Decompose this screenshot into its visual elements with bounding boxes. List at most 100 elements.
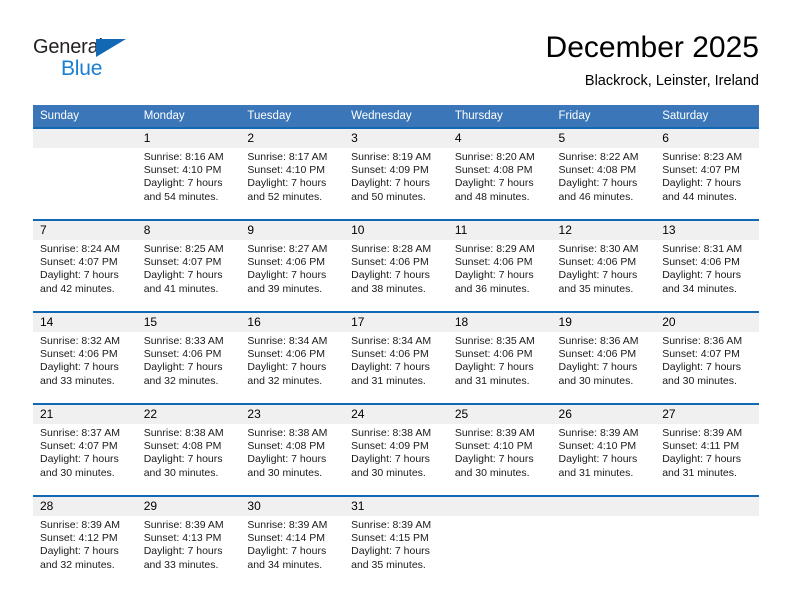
day-detail-line: and 42 minutes. [40,282,115,295]
day-cell[interactable]: Sunrise: 8:32 AM Sunset: 4:06 PM Daylight:… [33,332,137,403]
day-number[interactable]: 15 [136,313,241,332]
day-detail-line: Daylight: 7 hours [351,177,430,190]
day-detail-line: Sunrise: 8:20 AM [454,151,535,163]
day-cell[interactable]: Sunrise: 8:22 AM Sunset: 4:08 PM Daylight:… [551,148,656,219]
day-cell[interactable]: Sunrise: 8:24 AM Sunset: 4:07 PM Daylight:… [33,240,137,311]
day-detail-line: and 38 minutes. [351,282,426,295]
day-detail-line: Sunrise: 8:36 AM [662,335,743,347]
day-detail-line: and 30 minutes. [247,466,323,479]
day-number[interactable]: 27 [655,405,759,424]
day-number[interactable]: 29 [136,497,241,516]
day-detail-line: Sunset: 4:07 PM [662,348,740,361]
day-number[interactable]: 26 [551,405,656,424]
day-number[interactable]: 23 [240,405,345,424]
day-detail-row: Sunrise: 8:24 AM Sunset: 4:07 PM Daylight:… [33,240,759,311]
day-number[interactable]: 3 [344,129,448,148]
page-subtitle: Blackrock, Leinster, Ireland [584,73,759,89]
day-detail-line: Sunset: 4:06 PM [40,348,118,361]
day-number[interactable]: 4 [447,129,552,148]
day-cell[interactable]: Sunrise: 8:17 AM Sunset: 4:10 PM Daylight:… [240,148,345,219]
day-cell[interactable]: Sunrise: 8:31 AM Sunset: 4:06 PM Daylight:… [655,240,759,311]
day-detail-line: and 30 minutes. [558,374,634,387]
day-cell[interactable]: Sunrise: 8:34 AM Sunset: 4:06 PM Daylight:… [240,332,345,403]
day-detail-row: Sunrise: 8:16 AM Sunset: 4:10 PM Daylight:… [33,148,759,219]
day-number[interactable]: 13 [655,221,759,240]
day-number-empty [447,497,552,516]
day-number[interactable]: 11 [447,221,552,240]
weekday-header-monday: Monday [136,105,241,127]
day-detail-line: Sunrise: 8:29 AM [454,243,535,255]
day-cell[interactable]: Sunrise: 8:39 AM Sunset: 4:10 PM Daylight:… [551,424,656,495]
day-cell[interactable]: Sunrise: 8:39 AM Sunset: 4:11 PM Daylight:… [655,424,759,495]
day-cell[interactable]: Sunrise: 8:39 AM Sunset: 4:13 PM Daylight:… [136,516,241,587]
calendar-body: 1 2 3 4 5 6 Sunrise: 8:16 AM Sunset: 4:10 PM Day… [33,127,759,587]
day-number[interactable]: 5 [551,129,656,148]
day-cell[interactable]: Sunrise: 8:37 AM Sunset: 4:07 PM Daylight:… [33,424,137,495]
day-detail-line: Sunset: 4:11 PM [662,440,740,453]
day-number[interactable]: 28 [33,497,137,516]
day-number-empty [655,497,759,516]
day-number[interactable]: 30 [240,497,345,516]
day-cell[interactable]: Sunrise: 8:30 AM Sunset: 4:06 PM Daylight:… [551,240,656,311]
day-cell[interactable]: Sunrise: 8:29 AM Sunset: 4:06 PM Daylight:… [447,240,552,311]
day-detail-line: Daylight: 7 hours [454,361,534,374]
day-number[interactable]: 1 [136,129,241,148]
day-cell[interactable]: Sunrise: 8:16 AM Sunset: 4:10 PM Daylight:… [136,148,241,219]
day-detail-line: Daylight: 7 hours [454,269,534,282]
day-detail-line: Sunset: 4:06 PM [662,256,740,269]
day-cell[interactable]: Sunrise: 8:38 AM Sunset: 4:08 PM Daylight:… [240,424,345,495]
day-detail-line: Sunrise: 8:23 AM [662,151,743,163]
day-number[interactable]: 22 [136,405,241,424]
day-number[interactable]: 18 [447,313,552,332]
day-number[interactable]: 8 [136,221,241,240]
day-cell[interactable]: Sunrise: 8:28 AM Sunset: 4:06 PM Daylight:… [344,240,448,311]
day-cell[interactable]: Sunrise: 8:23 AM Sunset: 4:07 PM Daylight:… [655,148,759,219]
day-cell[interactable]: Sunrise: 8:35 AM Sunset: 4:06 PM Daylight:… [447,332,552,403]
day-cell[interactable]: Sunrise: 8:36 AM Sunset: 4:07 PM Daylight:… [655,332,759,403]
day-number[interactable]: 31 [344,497,448,516]
day-cell[interactable]: Sunrise: 8:27 AM Sunset: 4:06 PM Daylight:… [240,240,345,311]
day-detail-line: and 32 minutes. [247,374,323,387]
day-cell[interactable]: Sunrise: 8:36 AM Sunset: 4:06 PM Daylight:… [551,332,656,403]
day-cell[interactable]: Sunrise: 8:39 AM Sunset: 4:12 PM Daylight:… [33,516,137,587]
day-detail-line: Sunset: 4:06 PM [143,348,222,361]
day-detail-line: Sunset: 4:06 PM [247,256,326,269]
day-cell[interactable]: Sunrise: 8:25 AM Sunset: 4:07 PM Daylight:… [136,240,241,311]
day-number[interactable]: 24 [344,405,448,424]
weekday-header-saturday: Saturday [655,105,759,127]
day-number[interactable]: 20 [655,313,759,332]
day-detail-line: Sunset: 4:10 PM [558,440,637,453]
day-number[interactable]: 9 [240,221,345,240]
day-cell[interactable]: Sunrise: 8:38 AM Sunset: 4:08 PM Daylight:… [136,424,241,495]
day-cell[interactable]: Sunrise: 8:33 AM Sunset: 4:06 PM Daylight:… [136,332,241,403]
day-detail-line: Daylight: 7 hours [454,453,534,466]
day-number[interactable]: 10 [344,221,448,240]
day-detail-line: Sunset: 4:07 PM [662,164,740,177]
day-detail-line: Daylight: 7 hours [558,453,638,466]
day-cell[interactable]: Sunrise: 8:39 AM Sunset: 4:15 PM Daylight:… [344,516,448,587]
day-detail-line: Sunset: 4:06 PM [558,256,637,269]
day-detail-line: Daylight: 7 hours [143,361,223,374]
day-detail-line: Sunset: 4:08 PM [247,440,326,453]
day-cell[interactable]: Sunrise: 8:39 AM Sunset: 4:10 PM Daylight:… [447,424,552,495]
day-number[interactable]: 14 [33,313,137,332]
day-number[interactable]: 6 [655,129,759,148]
day-cell[interactable]: Sunrise: 8:19 AM Sunset: 4:09 PM Daylight:… [344,148,448,219]
day-cell[interactable]: Sunrise: 8:34 AM Sunset: 4:06 PM Daylight:… [344,332,448,403]
day-number[interactable]: 21 [33,405,137,424]
weekday-header-wednesday: Wednesday [344,105,448,127]
day-detail-line: Sunrise: 8:34 AM [247,335,328,347]
day-number[interactable]: 17 [344,313,448,332]
day-number[interactable]: 25 [447,405,552,424]
general-blue-logo[interactable]: General Blue [33,36,163,88]
day-detail-line: and 36 minutes. [454,282,530,295]
day-detail-line: and 35 minutes. [351,558,426,571]
day-cell[interactable]: Sunrise: 8:39 AM Sunset: 4:14 PM Daylight:… [240,516,345,587]
day-number[interactable]: 16 [240,313,345,332]
day-number[interactable]: 12 [551,221,656,240]
day-cell[interactable]: Sunrise: 8:38 AM Sunset: 4:09 PM Daylight:… [344,424,448,495]
day-number[interactable]: 2 [240,129,345,148]
day-cell[interactable]: Sunrise: 8:20 AM Sunset: 4:08 PM Daylight:… [447,148,552,219]
day-number[interactable]: 19 [551,313,656,332]
day-number[interactable]: 7 [33,221,137,240]
